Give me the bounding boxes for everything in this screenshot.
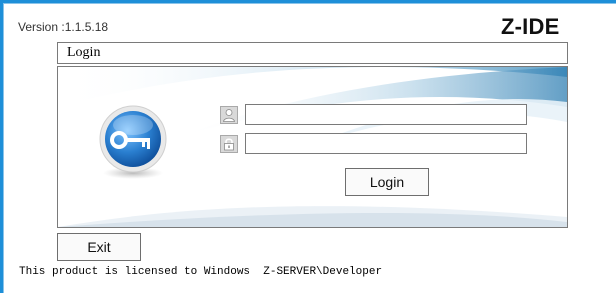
version-label: Version :1.1.5.18 [18, 20, 109, 34]
login-panel: Login [57, 66, 568, 228]
username-field[interactable] [245, 104, 527, 125]
brand-logo-text: Z-IDE [501, 14, 560, 39]
login-button[interactable]: Login [345, 168, 429, 196]
password-field[interactable] [245, 133, 527, 154]
login-header-title: Login [67, 45, 101, 60]
key-icon [99, 105, 167, 179]
exit-button[interactable]: Exit [57, 233, 141, 261]
lock-icon [220, 135, 238, 153]
login-header: Login [57, 42, 568, 64]
user-icon [220, 106, 238, 124]
license-text: This product is licensed to Windows Z-SE… [19, 266, 383, 278]
